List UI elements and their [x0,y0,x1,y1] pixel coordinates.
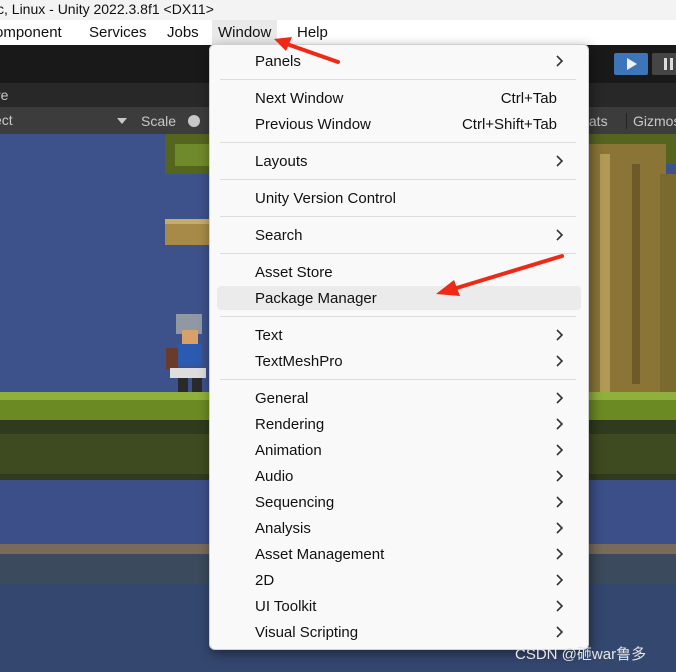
gizmos-button[interactable]: Gizmos [626,113,676,129]
menu-separator [220,216,576,217]
chevron-right-icon [556,229,564,241]
menu-separator [220,79,576,80]
chevron-right-icon [556,522,564,534]
window-menu-dropdown: Panels Next Window Ctrl+Tab Previous Win… [209,44,589,650]
play-icon[interactable] [614,53,648,75]
aspect-dropdown[interactable]: ect [0,112,13,128]
menu-separator [220,379,576,380]
menu-item-visual-scripting[interactable]: Visual Scripting [217,620,581,644]
menu-item-rendering[interactable]: Rendering [217,412,581,436]
shortcut-label: Ctrl+Shift+Tab [461,116,557,133]
chevron-right-icon [556,444,564,456]
menu-jobs[interactable]: Jobs [167,24,199,41]
chevron-right-icon [556,496,564,508]
annotation-arrow-icon [274,37,340,64]
menu-item-previous-window[interactable]: Previous Window Ctrl+Shift+Tab [217,112,581,136]
menu-item-audio[interactable]: Audio [217,464,581,488]
chevron-right-icon [556,355,564,367]
menu-services[interactable]: Services [89,24,147,41]
menu-separator [220,142,576,143]
menu-item-asset-management[interactable]: Asset Management [217,542,581,566]
chevron-right-icon [556,470,564,482]
chevron-right-icon [556,155,564,167]
chevron-right-icon [556,418,564,430]
chevron-down-icon[interactable] [117,118,127,124]
game-view-tab[interactable]: re [0,87,8,103]
menu-separator [220,316,576,317]
chevron-right-icon [556,329,564,341]
menu-item-general[interactable]: General [217,386,581,410]
shortcut-label: Ctrl+Tab [500,90,557,107]
menu-component[interactable]: omponent [0,24,62,41]
chevron-right-icon [556,55,564,67]
menu-item-next-window[interactable]: Next Window Ctrl+Tab [217,86,581,110]
menu-item-search[interactable]: Search [217,223,581,247]
menu-item-analysis[interactable]: Analysis [217,516,581,540]
annotation-arrow-icon [436,254,564,296]
menu-item-sequencing[interactable]: Sequencing [217,490,581,514]
watermark: CSDN @砸war鲁多 [515,646,647,663]
menu-item-layouts[interactable]: Layouts [217,149,581,173]
menu-item-2d[interactable]: 2D [217,568,581,592]
scale-label: Scale [141,113,177,129]
window-title-bar: c, Linux - Unity 2022.3.8f1 <DX11> [0,0,676,20]
scale-slider-handle[interactable] [188,115,200,127]
chevron-right-icon [556,548,564,560]
window-title: c, Linux - Unity 2022.3.8f1 <DX11> [0,1,214,17]
menu-item-text[interactable]: Text [217,323,581,347]
chevron-right-icon [556,600,564,612]
menu-separator [220,179,576,180]
menu-item-animation[interactable]: Animation [217,438,581,462]
chevron-right-icon [556,392,564,404]
menu-item-unity-version-control[interactable]: Unity Version Control [217,186,581,210]
menu-item-textmeshpro[interactable]: TextMeshPro [217,349,581,373]
pause-icon[interactable] [652,53,676,75]
menu-item-ui-toolkit[interactable]: UI Toolkit [217,594,581,618]
chevron-right-icon [556,574,564,586]
chevron-right-icon [556,626,564,638]
menu-window[interactable]: Window [212,20,278,45]
